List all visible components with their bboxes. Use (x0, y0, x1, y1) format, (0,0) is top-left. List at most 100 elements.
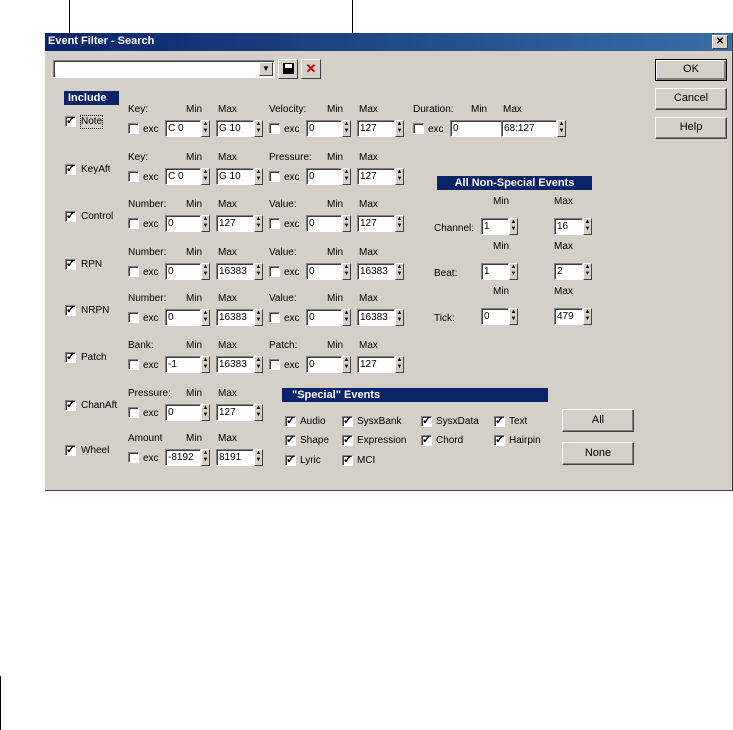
note-f1-exc-checkbox[interactable] (128, 123, 139, 134)
note-f1-max-spinner[interactable]: ▲ ▼ (254, 120, 263, 137)
rpn-f1-min-field[interactable]: 0 (165, 263, 201, 280)
ok-button[interactable]: OK (655, 59, 727, 81)
control-f1-exc-checkbox[interactable] (128, 218, 139, 229)
note-f3-max-field[interactable]: 68:127 (501, 120, 557, 137)
special-hairpin-checkbox[interactable] (494, 433, 505, 446)
patch-f2-min-spinner[interactable]: ▲ ▼ (342, 356, 351, 373)
include-control-checkbox[interactable] (65, 209, 76, 222)
wheel-f1-min-field[interactable]: -8192 (165, 449, 201, 466)
note-f1-min-spinner[interactable]: ▲ ▼ (201, 120, 210, 137)
nrpn-f2-min-spinner[interactable]: ▲ ▼ (342, 309, 351, 326)
channel-max-field[interactable]: 16 (554, 218, 583, 235)
channel-min-spinner[interactable]: ▲ ▼ (509, 218, 518, 235)
cancel-button[interactable]: Cancel (655, 88, 727, 110)
control-f1-min-field[interactable]: 0 (165, 215, 201, 232)
beat-min-spinner[interactable]: ▲ ▼ (509, 263, 518, 280)
special-chord-checkbox[interactable] (421, 433, 432, 446)
include-wheel-checkbox[interactable] (65, 443, 76, 456)
keyaft-f1-exc-checkbox[interactable] (128, 171, 139, 182)
beat-max-spinner[interactable]: ▲ ▼ (583, 263, 592, 280)
include-rpn-checkbox[interactable] (65, 257, 76, 270)
note-f2-exc-checkbox[interactable] (269, 123, 280, 134)
nrpn-f1-min-field[interactable]: 0 (165, 309, 201, 326)
include-keyaft-checkbox[interactable] (65, 162, 76, 175)
control-f2-max-field[interactable]: 127 (357, 215, 395, 232)
nrpn-f2-max-spinner[interactable]: ▲ ▼ (395, 309, 404, 326)
nrpn-f2-exc-checkbox[interactable] (269, 312, 280, 323)
note-f2-min-field[interactable]: 0 (306, 120, 342, 137)
rpn-f1-max-field[interactable]: 16383 (216, 263, 254, 280)
help-button[interactable]: Help (655, 117, 727, 139)
keyaft-f1-max-field[interactable]: G 10 (216, 168, 254, 185)
control-f1-max-spinner[interactable]: ▲ ▼ (254, 215, 263, 232)
special-text-checkbox[interactable] (494, 414, 505, 427)
rpn-f2-exc-checkbox[interactable] (269, 266, 280, 277)
rpn-f2-min-field[interactable]: 0 (306, 263, 342, 280)
note-f2-min-spinner[interactable]: ▲ ▼ (342, 120, 351, 137)
rpn-f2-max-spinner[interactable]: ▲ ▼ (395, 263, 404, 280)
delete-preset-button[interactable]: ✕ (301, 59, 321, 79)
control-f2-exc-checkbox[interactable] (269, 218, 280, 229)
nrpn-f2-min-field[interactable]: 0 (306, 309, 342, 326)
preset-combo[interactable]: ▼ (53, 60, 275, 78)
rpn-f2-max-field[interactable]: 16383 (357, 263, 395, 280)
tick-max-field[interactable]: 479 (554, 308, 583, 325)
patch-f1-min-field[interactable]: -1 (165, 356, 201, 373)
wheel-f1-max-field[interactable]: 8191 (216, 449, 254, 466)
wheel-f1-max-spinner[interactable]: ▲ ▼ (254, 449, 263, 466)
special-sysxdata-checkbox[interactable] (421, 414, 432, 427)
patch-f2-exc-checkbox[interactable] (269, 359, 280, 370)
nrpn-f1-exc-checkbox[interactable] (128, 312, 139, 323)
keyaft-f2-max-spinner[interactable]: ▲ ▼ (395, 168, 404, 185)
save-preset-button[interactable] (278, 59, 298, 79)
keyaft-f2-min-spinner[interactable]: ▲ ▼ (342, 168, 351, 185)
wheel-f1-exc-checkbox[interactable] (128, 452, 139, 463)
control-f2-min-field[interactable]: 0 (306, 215, 342, 232)
wheel-f1-min-spinner[interactable]: ▲ ▼ (201, 449, 210, 466)
patch-f2-max-field[interactable]: 127 (357, 356, 395, 373)
patch-f2-max-spinner[interactable]: ▲ ▼ (395, 356, 404, 373)
none-button[interactable]: None (562, 442, 634, 465)
nrpn-f1-min-spinner[interactable]: ▲ ▼ (201, 309, 210, 326)
control-f1-min-spinner[interactable]: ▲ ▼ (201, 215, 210, 232)
note-f2-max-spinner[interactable]: ▲ ▼ (395, 120, 404, 137)
include-chanaft-checkbox[interactable] (65, 398, 76, 411)
patch-f1-max-field[interactable]: 16383 (216, 356, 254, 373)
keyaft-f2-exc-checkbox[interactable] (269, 171, 280, 182)
note-f3-max-spinner[interactable]: ▲ ▼ (557, 120, 566, 137)
chanaft-f1-max-spinner[interactable]: ▲ ▼ (254, 404, 263, 421)
nrpn-f1-max-spinner[interactable]: ▲ ▼ (254, 309, 263, 326)
tick-max-spinner[interactable]: ▲ ▼ (583, 308, 592, 325)
rpn-f2-min-spinner[interactable]: ▲ ▼ (342, 263, 351, 280)
note-f2-max-field[interactable]: 127 (357, 120, 395, 137)
special-expression-checkbox[interactable] (342, 433, 353, 446)
close-button[interactable]: ✕ (712, 35, 728, 49)
control-f1-max-field[interactable]: 127 (216, 215, 254, 232)
chanaft-f1-min-spinner[interactable]: ▲ ▼ (201, 404, 210, 421)
include-patch-checkbox[interactable] (65, 350, 76, 363)
special-sysxbank-checkbox[interactable] (342, 414, 353, 427)
beat-max-field[interactable]: 2 (554, 263, 583, 280)
control-f2-min-spinner[interactable]: ▲ ▼ (342, 215, 351, 232)
beat-min-field[interactable]: 1 (481, 263, 509, 280)
keyaft-f2-max-field[interactable]: 127 (357, 168, 395, 185)
nrpn-f2-max-field[interactable]: 16383 (357, 309, 395, 326)
chevron-down-icon[interactable]: ▼ (259, 62, 273, 76)
chanaft-f1-exc-checkbox[interactable] (128, 407, 139, 418)
special-lyric-checkbox[interactable] (285, 453, 296, 466)
keyaft-f1-max-spinner[interactable]: ▲ ▼ (254, 168, 263, 185)
channel-min-field[interactable]: 1 (481, 218, 509, 235)
keyaft-f1-min-field[interactable]: C 0 (165, 168, 201, 185)
special-audio-checkbox[interactable] (285, 414, 296, 427)
tick-min-spinner[interactable]: ▲ ▼ (509, 308, 518, 325)
rpn-f1-max-spinner[interactable]: ▲ ▼ (254, 263, 263, 280)
chanaft-f1-min-field[interactable]: 0 (165, 404, 201, 421)
nrpn-f1-max-field[interactable]: 16383 (216, 309, 254, 326)
patch-f1-max-spinner[interactable]: ▲ ▼ (254, 356, 263, 373)
note-f1-max-field[interactable]: G 10 (216, 120, 254, 137)
keyaft-f2-min-field[interactable]: 0 (306, 168, 342, 185)
chanaft-f1-max-field[interactable]: 127 (216, 404, 254, 421)
all-button[interactable]: All (562, 409, 634, 432)
special-shape-checkbox[interactable] (285, 433, 296, 446)
include-nrpn-checkbox[interactable] (65, 303, 76, 316)
